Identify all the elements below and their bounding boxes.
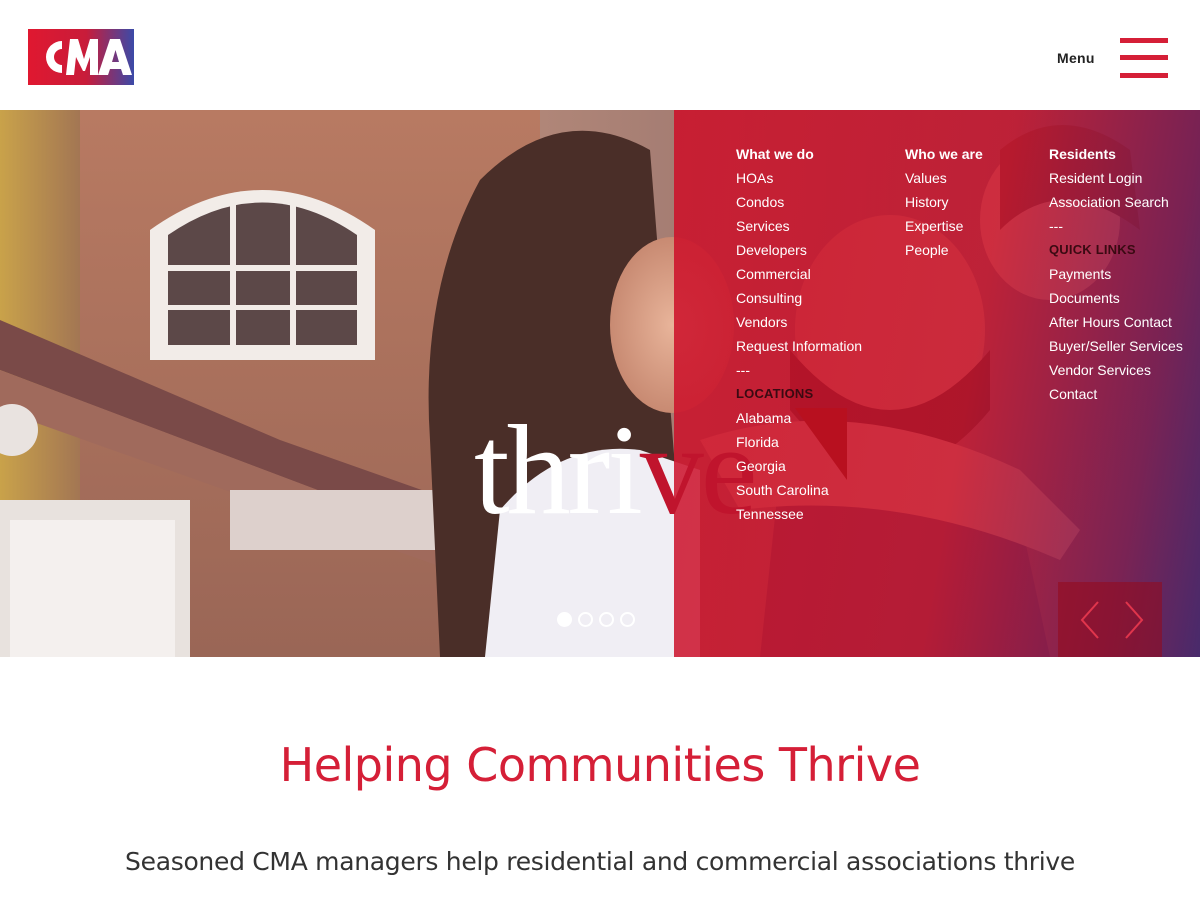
nav-link-payments[interactable]: Payments	[1049, 264, 1183, 288]
nav-separator: ---	[1049, 218, 1063, 234]
nav-column-residents: Residents Resident Login Association Sea…	[1049, 144, 1183, 408]
nav-heading-residents: Residents	[1049, 146, 1116, 162]
nav-link-after-hours-contact[interactable]: After Hours Contact	[1049, 312, 1183, 336]
slider-dot-3[interactable]	[599, 612, 614, 627]
nav-link-people[interactable]: People	[905, 240, 983, 264]
nav-column-who-we-are: Who we are Values History Expertise Peop…	[905, 144, 983, 264]
nav-link-request-information[interactable]: Request Information	[736, 336, 862, 360]
slider-dot-4[interactable]	[620, 612, 635, 627]
nav-link-history[interactable]: History	[905, 192, 983, 216]
nav-link-vendor-services[interactable]: Vendor Services	[1049, 360, 1183, 384]
cma-logo[interactable]	[28, 29, 134, 85]
slider-arrows	[1058, 582, 1162, 657]
page-headline: Helping Communities Thrive	[279, 738, 921, 792]
nav-link-association-search[interactable]: Association Search	[1049, 192, 1183, 216]
nav-link-resident-login[interactable]: Resident Login	[1049, 168, 1183, 192]
nav-link-condos[interactable]: Condos	[736, 192, 862, 216]
nav-subheading-quick-links: QUICK LINKS	[1049, 242, 1136, 257]
nav-column-what-we-do: What we do HOAs Condos Services Develope…	[736, 144, 862, 528]
hamburger-menu-icon[interactable]	[1120, 38, 1168, 78]
nav-separator: ---	[736, 362, 750, 378]
slider-pagination	[557, 612, 641, 628]
nav-link-contact[interactable]: Contact	[1049, 384, 1183, 408]
nav-link-consulting[interactable]: Consulting	[736, 288, 862, 312]
nav-link-vendors[interactable]: Vendors	[736, 312, 862, 336]
nav-link-tennessee[interactable]: Tennessee	[736, 504, 862, 528]
nav-link-commercial[interactable]: Commercial	[736, 264, 862, 288]
nav-heading-what-we-do: What we do	[736, 146, 814, 162]
nav-link-developers[interactable]: Developers	[736, 240, 862, 264]
nav-link-georgia[interactable]: Georgia	[736, 456, 862, 480]
nav-subheading-locations: LOCATIONS	[736, 386, 814, 401]
nav-link-florida[interactable]: Florida	[736, 432, 862, 456]
slider-dot-1[interactable]	[557, 612, 572, 627]
nav-link-expertise[interactable]: Expertise	[905, 216, 983, 240]
nav-link-buyer-seller-services[interactable]: Buyer/Seller Services	[1049, 336, 1183, 360]
hero-slider: thrive What we do HOAs Condos Services D…	[0, 110, 1200, 657]
nav-link-south-carolina[interactable]: South Carolina	[736, 480, 862, 504]
page-subheadline: Seasoned CMA managers help residential a…	[125, 847, 1075, 876]
nav-link-values[interactable]: Values	[905, 168, 983, 192]
slider-dot-2[interactable]	[578, 612, 593, 627]
nav-link-documents[interactable]: Documents	[1049, 288, 1183, 312]
nav-heading-who-we-are: Who we are	[905, 146, 983, 162]
thrive-word-white: thri	[474, 399, 643, 541]
nav-link-alabama[interactable]: Alabama	[736, 408, 862, 432]
nav-link-hoas[interactable]: HOAs	[736, 168, 862, 192]
chevron-right-icon[interactable]	[1122, 600, 1146, 640]
thrive-wordmark: thrive	[474, 406, 758, 534]
nav-link-services[interactable]: Services	[736, 216, 862, 240]
chevron-left-icon[interactable]	[1078, 600, 1102, 640]
menu-label[interactable]: Menu	[1057, 50, 1095, 66]
site-header: Menu	[0, 0, 1200, 110]
